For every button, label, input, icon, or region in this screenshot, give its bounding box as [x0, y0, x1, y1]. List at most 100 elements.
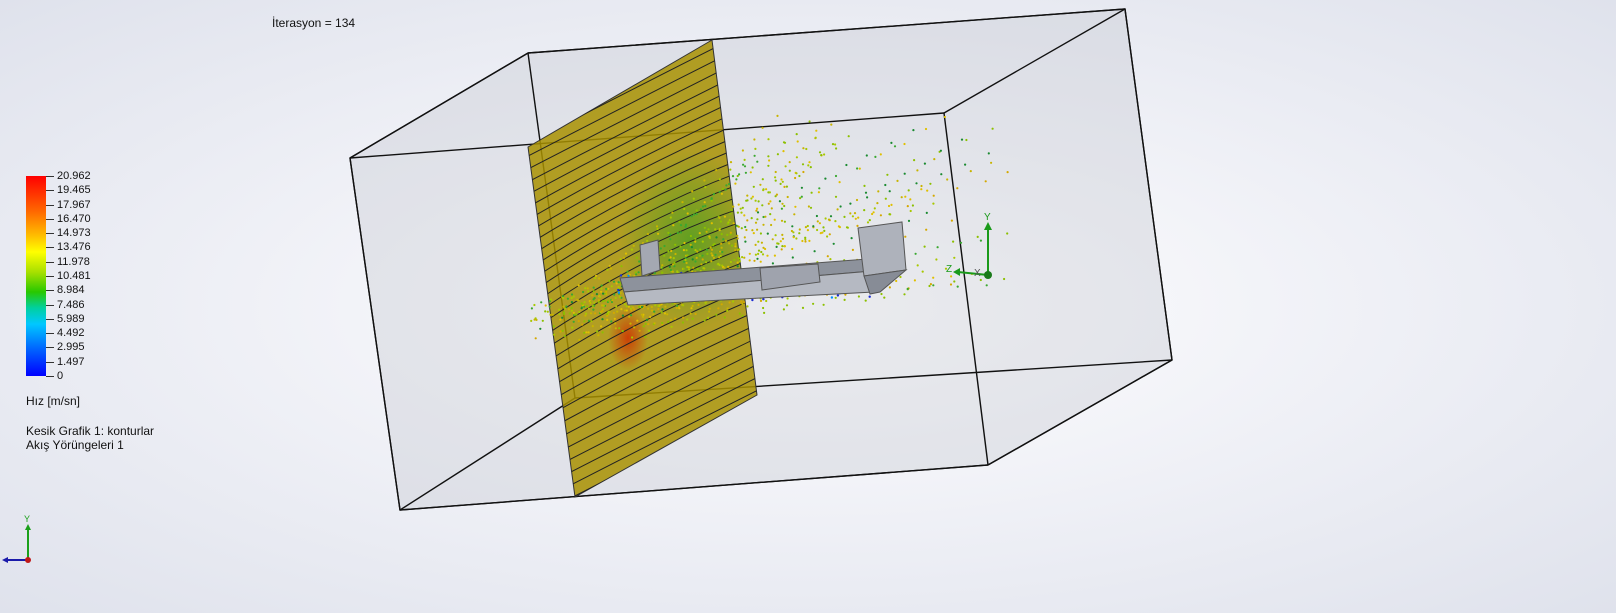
trajectory-particle — [684, 258, 687, 262]
trajectory-particle — [583, 331, 586, 334]
trajectory-particle — [873, 207, 876, 210]
trajectory-particle — [601, 318, 604, 321]
trajectory-particle — [637, 271, 640, 274]
trajectory-particle — [888, 190, 891, 193]
trajectory-particle — [663, 254, 666, 257]
trajectory-particle — [725, 184, 728, 187]
trajectory-particle — [586, 287, 589, 290]
trajectory-particle — [801, 239, 804, 243]
trajectory-particle — [780, 178, 783, 181]
trajectory-particle — [760, 250, 763, 254]
trajectory-particle — [780, 219, 784, 222]
trajectory-particle — [736, 174, 739, 178]
trajectory-particle — [818, 151, 822, 154]
trajectory-particle — [687, 268, 691, 271]
trajectory-particle — [940, 173, 943, 176]
trajectory-particle — [592, 290, 596, 293]
trajectory-particle — [597, 334, 600, 337]
trajectory-particle — [754, 147, 757, 150]
trajectory-particle — [626, 270, 629, 273]
trajectory-particle — [689, 243, 692, 246]
trajectory-particle — [774, 179, 777, 182]
trajectory-particle — [681, 321, 685, 324]
trajectory-particle — [925, 228, 928, 231]
trajectory-particle — [606, 314, 609, 317]
trajectory-particle — [590, 320, 593, 323]
trajectory-particle — [932, 202, 935, 205]
trajectory-particle — [549, 313, 552, 316]
trajectory-particle — [836, 294, 840, 297]
trajectory-particle — [708, 310, 711, 313]
trajectory-particle — [815, 214, 819, 218]
trajectory-particle — [834, 174, 838, 178]
trajectory-particle — [773, 254, 777, 257]
trajectory-particle — [657, 304, 660, 308]
trajectory-particle — [920, 184, 923, 188]
trajectory-particle — [762, 306, 765, 310]
trajectory-particle — [851, 248, 855, 251]
trajectory-particle — [726, 307, 729, 310]
trajectory-particle — [727, 265, 730, 268]
trajectory-particle — [753, 138, 756, 141]
trajectory-particle — [728, 183, 731, 186]
trajectory-particle — [798, 232, 801, 235]
trajectory-particle — [548, 305, 551, 308]
trajectory-particle — [661, 308, 664, 311]
trajectory-particle — [907, 219, 911, 222]
trajectory-particle — [710, 252, 713, 255]
trajectory-particle — [638, 260, 641, 263]
trajectory-particle — [561, 295, 565, 298]
trajectory-particle — [618, 295, 622, 298]
trajectory-particle — [539, 327, 542, 330]
trajectory-particle — [657, 307, 660, 311]
trajectory-particle — [909, 209, 912, 213]
trajectory-particle — [707, 228, 710, 231]
trajectory-particle — [868, 295, 871, 298]
trajectory-particle — [864, 191, 868, 194]
trajectory-particle — [671, 270, 675, 273]
trajectory-particle — [705, 248, 709, 251]
trajectory-particle — [605, 287, 608, 290]
trajectory-particle — [561, 329, 564, 332]
trajectory-particle — [742, 163, 745, 166]
trajectory-particle — [669, 216, 672, 219]
trajectory-particle — [788, 161, 791, 164]
trajectory-particle — [913, 279, 917, 282]
trajectory-particle — [856, 224, 859, 227]
trajectory-particle — [692, 197, 695, 200]
trajectory-particle — [599, 295, 602, 298]
trajectory-particle — [592, 308, 595, 311]
trajectory-particle — [743, 165, 747, 168]
trajectory-particle — [939, 149, 943, 152]
trajectory-particle — [728, 219, 731, 222]
trajectory-particle — [779, 240, 782, 243]
trajectory-particle — [594, 312, 597, 315]
trajectory-particle — [633, 308, 636, 311]
trajectory-particle — [625, 309, 629, 312]
trajectory-particle — [675, 306, 678, 310]
trajectory-particle — [849, 212, 852, 215]
trajectory-particle — [820, 154, 823, 157]
trajectory-particle — [690, 215, 693, 218]
trajectory-particle — [584, 287, 587, 290]
trajectory-particle — [686, 212, 689, 215]
trajectory-particle — [779, 182, 782, 185]
trajectory-particle — [943, 115, 947, 119]
trajectory-particle — [828, 233, 831, 236]
trajectory-particle — [906, 287, 909, 290]
trajectory-particle — [608, 264, 611, 267]
trajectory-particle — [743, 236, 746, 239]
graphics-viewport[interactable]: Y Z X Y — [0, 0, 1616, 613]
trajectory-particle — [800, 186, 804, 189]
trajectory-particle — [570, 301, 574, 304]
trajectory-particle — [702, 267, 705, 270]
trajectory-particle — [678, 307, 681, 310]
trajectory-particle — [710, 222, 713, 225]
trajectory-particle — [926, 189, 929, 192]
trajectory-particle — [748, 259, 751, 262]
trajectory-particle — [683, 260, 686, 263]
trajectory-particle — [628, 315, 631, 318]
trajectory-particle — [708, 307, 711, 310]
trajectory-particle — [793, 213, 796, 216]
trajectory-particle — [856, 167, 859, 170]
